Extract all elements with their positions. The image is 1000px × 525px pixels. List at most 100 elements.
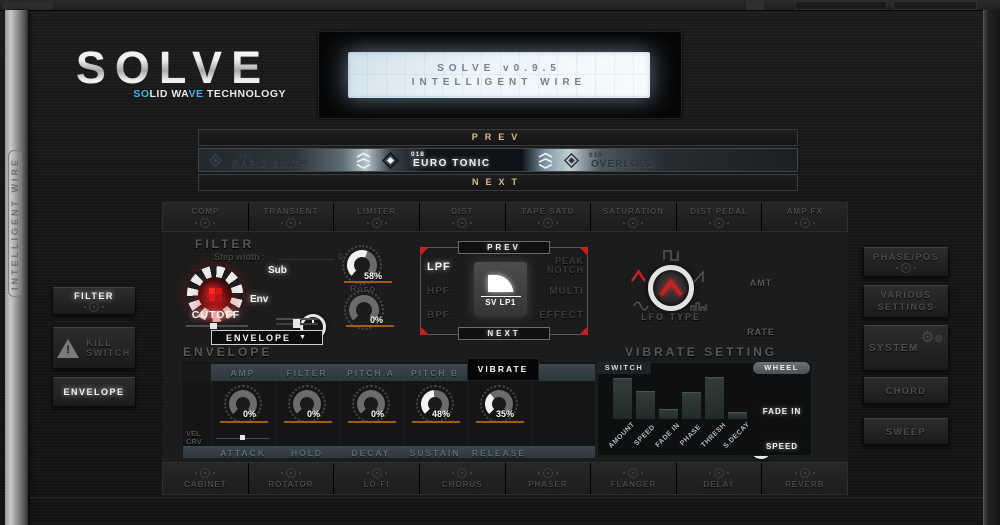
rate-label: RATE bbox=[742, 327, 780, 337]
tab-rotator[interactable]: ROTATOR bbox=[249, 463, 334, 494]
value-underline bbox=[476, 421, 524, 423]
filter-knob2-underline bbox=[346, 325, 394, 327]
filter-type-bpf[interactable]: BPF bbox=[427, 310, 450, 321]
tab-flanger[interactable]: FLANGER bbox=[591, 463, 676, 494]
filter-knob2-value: 0% bbox=[370, 315, 383, 325]
env-col-filter[interactable]: FILTER bbox=[275, 368, 339, 378]
tab-chorus[interactable]: CHORUS bbox=[420, 463, 505, 494]
bottom-fx-tab-row: CABINET ROTATOR LO-FI CHORUS PHASER FLAN… bbox=[162, 462, 848, 495]
host-button-group[interactable] bbox=[893, 1, 977, 10]
tab-reverb[interactable]: REVERB bbox=[762, 463, 847, 494]
divider bbox=[275, 381, 276, 446]
preset-strip[interactable]: 017 RAPID SMITH 018 EURO TONIC 019 OVERL… bbox=[198, 148, 798, 172]
filter-type-next-button[interactable]: NEXT bbox=[458, 327, 550, 340]
tab-saturation[interactable]: SATURATION bbox=[591, 203, 676, 231]
logo-tagline: SOLID WAVE TECHNOLOGY bbox=[120, 88, 286, 100]
filter-type-prev-button[interactable]: PREV bbox=[458, 241, 550, 254]
logo: SOLVE bbox=[60, 42, 286, 94]
divider bbox=[211, 381, 212, 446]
square-wave-icon bbox=[663, 250, 679, 261]
knob-icon bbox=[896, 263, 916, 273]
vel-crv-handle[interactable] bbox=[240, 435, 245, 440]
tile-divider bbox=[481, 296, 521, 297]
sweep-button[interactable]: SWEEP bbox=[863, 418, 949, 445]
reso-underline bbox=[344, 281, 392, 283]
cutoff-slider-handle[interactable] bbox=[210, 323, 217, 329]
crv-label: CRV bbox=[186, 437, 202, 446]
triangle-wave-icon bbox=[658, 279, 684, 297]
knob-icon bbox=[709, 218, 729, 228]
sine-wave-icon bbox=[633, 301, 649, 311]
preset-prev-button[interactable]: PREV bbox=[198, 129, 798, 146]
knob-icon bbox=[281, 218, 301, 228]
tab-phaser[interactable]: PHASER bbox=[506, 463, 591, 494]
diamond-icon bbox=[207, 152, 224, 169]
tab-cabinet[interactable]: CABINET bbox=[163, 463, 248, 494]
phase-pos-button[interactable]: PHASE/POS bbox=[863, 247, 949, 277]
env-stage-attack: ATTACK bbox=[211, 448, 275, 458]
preset-next-button[interactable]: NEXT bbox=[198, 174, 798, 191]
env-slider-handle[interactable] bbox=[293, 319, 300, 328]
env-col-pitch-a[interactable]: PITCH A bbox=[339, 368, 403, 378]
env-col-amp[interactable]: AMP bbox=[211, 368, 275, 378]
value-underline bbox=[284, 421, 332, 423]
kill-switch-button[interactable]: ! KILL SWITCH bbox=[52, 327, 136, 369]
tab-dist[interactable]: DIST bbox=[420, 203, 505, 231]
lcd-line2: INTELLIGENT WIRE bbox=[412, 77, 586, 88]
tab-amp-fx[interactable]: AMP FX bbox=[762, 203, 847, 231]
lfo-type-dial[interactable] bbox=[648, 265, 694, 311]
env-col-vibrate-selected[interactable]: VIBRATE bbox=[467, 358, 539, 381]
envelope-dropdown[interactable]: ENVELOPE ▼ bbox=[211, 330, 323, 345]
env-col-pitch-b[interactable]: PITCH B bbox=[403, 368, 467, 378]
tab-tape-satu[interactable]: TAPE SATU bbox=[506, 203, 591, 231]
envelope-section-title: ENVELOPE bbox=[183, 345, 272, 359]
system-button[interactable]: SYSTEM ⚙⚙ bbox=[863, 325, 949, 371]
knob-icon bbox=[623, 468, 643, 478]
host-toolbar bbox=[0, 0, 1000, 11]
env-slider-track bbox=[276, 323, 318, 325]
top-fx-tab-row: COMP TRANSIENT LIMITER DIST TAPE SATU SA… bbox=[162, 202, 848, 232]
chord-button[interactable]: CHORD bbox=[863, 377, 949, 404]
divider bbox=[403, 381, 404, 446]
filter-type-effect[interactable]: EFFECT bbox=[538, 310, 584, 321]
knob-icon bbox=[795, 218, 815, 228]
lfo-type-label: LFO TYPE bbox=[638, 312, 704, 322]
tab-dist-pedal[interactable]: DIST PEDAL bbox=[677, 203, 762, 231]
knob-icon bbox=[623, 218, 643, 228]
envelope-page-button[interactable]: ENVELOPE bbox=[52, 377, 136, 407]
lcd-line1: SOLVE v0.9.5 bbox=[437, 63, 561, 74]
filter-type-lpf[interactable]: LPF bbox=[427, 261, 451, 273]
step-width-label: Step width : bbox=[214, 252, 265, 262]
gear-icon: ⚙⚙ bbox=[921, 333, 943, 345]
various-settings-button[interactable]: VARIOUS SETTINGS bbox=[863, 285, 949, 318]
diamond-icon bbox=[562, 151, 581, 170]
right-metal-edge bbox=[983, 10, 1000, 525]
vibrate-section-title: VIBRATE SETTING bbox=[625, 345, 777, 359]
host-button[interactable] bbox=[746, 1, 764, 10]
host-button[interactable] bbox=[2, 1, 54, 10]
sub-label: Sub bbox=[268, 265, 287, 276]
filter-type-display[interactable]: SV LP1 bbox=[474, 262, 527, 316]
filter-page-button[interactable]: FILTER bbox=[52, 287, 136, 315]
vibrate-wheel-button[interactable]: WHEEL bbox=[753, 362, 810, 374]
env-value-filter: 0% bbox=[307, 409, 320, 419]
cutoff-slider[interactable] bbox=[186, 325, 248, 327]
vibrate-switch-button[interactable]: SWITCH bbox=[597, 362, 651, 374]
tab-lo-fi[interactable]: LO-FI bbox=[334, 463, 419, 494]
preset-current-number: 018 bbox=[411, 151, 425, 158]
random-wave-icon bbox=[690, 301, 708, 312]
filter-type-hpf[interactable]: HPF bbox=[427, 286, 450, 297]
tab-limiter[interactable]: LIMITER bbox=[334, 203, 419, 231]
vibrate-bar-amount[interactable] bbox=[613, 378, 632, 419]
filter-type-notch[interactable]: NOTCH bbox=[538, 265, 584, 275]
host-button-group[interactable] bbox=[795, 1, 887, 10]
filter-type-multi[interactable]: MULTI bbox=[538, 286, 584, 297]
tab-comp[interactable]: COMP bbox=[163, 203, 248, 231]
divider bbox=[339, 381, 340, 446]
filter-curve-icon bbox=[485, 271, 517, 295]
fade-in-label: FADE IN bbox=[753, 407, 811, 416]
warning-icon: ! bbox=[57, 339, 79, 358]
tab-delay[interactable]: DELAY bbox=[677, 463, 762, 494]
tab-transient[interactable]: TRANSIENT bbox=[249, 203, 334, 231]
divider bbox=[467, 381, 468, 446]
